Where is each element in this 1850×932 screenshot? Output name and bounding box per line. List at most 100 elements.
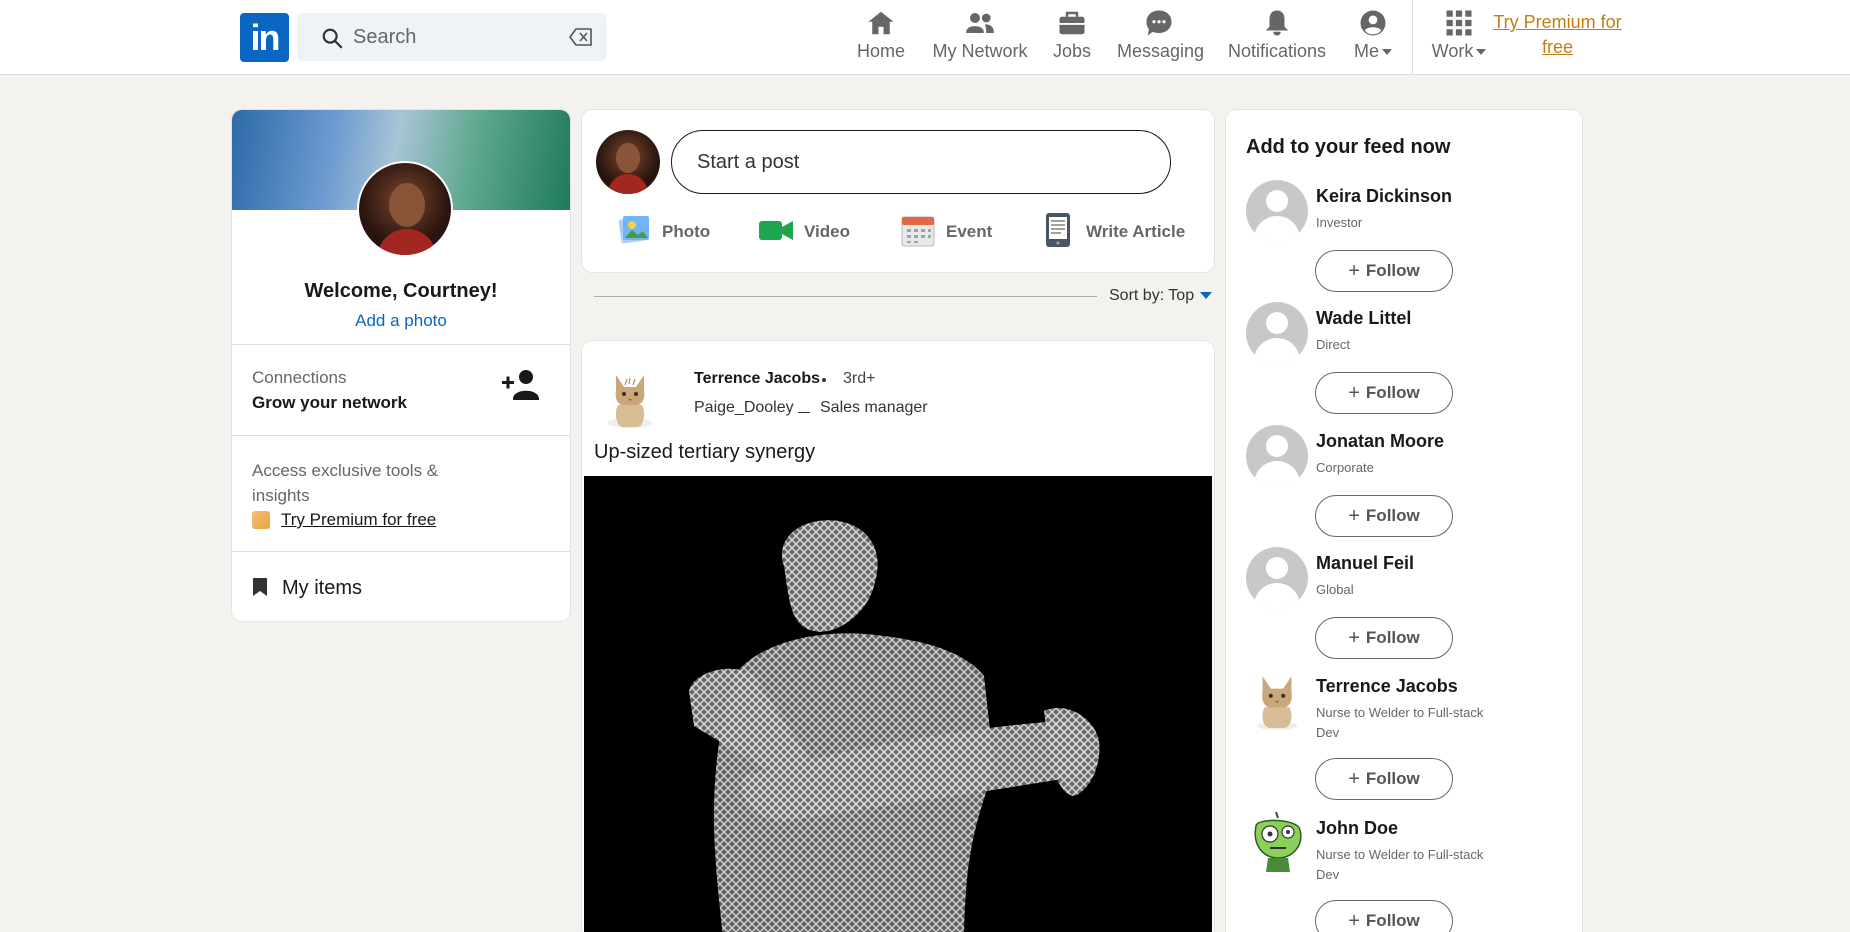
divider [232, 344, 570, 345]
default-avatar-icon[interactable] [1246, 302, 1308, 364]
welcome-text: Welcome, Courtney! [304, 280, 498, 302]
composer-avatar[interactable] [596, 130, 660, 194]
suggestion-name[interactable]: Terrence Jacobs [1316, 676, 1458, 697]
separator-dash [798, 412, 810, 413]
suggestion-item: Jonatan Moore Corporate + Follow [1226, 425, 1582, 545]
search-icon [322, 28, 343, 49]
nav-divider [1412, 0, 1413, 75]
video-icon [759, 221, 793, 240]
alien-avatar-icon[interactable] [1246, 812, 1308, 874]
post-text: Up-sized tertiary synergy [594, 441, 816, 463]
nav-home-label: Home [856, 41, 905, 61]
home-icon [868, 11, 894, 35]
suggestion-description: Direct [1316, 337, 1350, 352]
follow-button[interactable]: + Follow [1315, 250, 1453, 292]
nav-my-network[interactable]: My Network [932, 8, 1028, 66]
follow-button[interactable]: + Follow [1315, 495, 1453, 537]
video-action[interactable]: Video [758, 212, 858, 252]
my-items-link[interactable]: My items [282, 577, 362, 600]
cat-avatar-icon[interactable] [1246, 670, 1308, 732]
feed-suggestions-title: Add to your feed now [1246, 136, 1451, 158]
follow-label: Follow [1365, 910, 1420, 930]
plus-icon: + [1348, 767, 1360, 790]
follow-label: Follow [1365, 505, 1420, 525]
nav-notifications[interactable]: Notifications [1228, 8, 1326, 66]
default-avatar-icon[interactable] [1246, 425, 1308, 487]
suggestion-description: Corporate [1316, 460, 1374, 475]
start-post-button[interactable]: Start a post [671, 130, 1171, 194]
feed-post: Terrence Jacobs 3rd+ Paige_Dooley Sales … [582, 341, 1214, 932]
divider [232, 435, 570, 436]
suggestion-name[interactable]: Manuel Feil [1316, 553, 1414, 574]
suggestion-description: Nurse to Welder to Full-stack Dev [1316, 705, 1484, 740]
profile-card: Welcome, Courtney! Add a photo Connectio… [232, 110, 570, 621]
suggestion-item: Manuel Feil Global + Follow [1226, 547, 1582, 667]
connections-label[interactable]: Connections [252, 368, 347, 388]
linkedin-logo[interactable]: in [240, 13, 289, 62]
bell-icon [1265, 10, 1289, 36]
add-to-feed-card: Add to your feed now Keira Dickinson Inv… [1226, 110, 1582, 932]
follow-button[interactable]: + Follow [1315, 758, 1453, 800]
post-image[interactable] [584, 476, 1212, 932]
suggestion-name[interactable]: Jonatan Moore [1316, 431, 1444, 452]
plus-icon: + [1348, 626, 1360, 649]
post-author-role: Sales manager [820, 399, 928, 416]
search-input[interactable] [353, 22, 563, 52]
connection-degree: 3rd+ [843, 370, 876, 387]
try-premium-link[interactable]: Try Premium for free [1490, 10, 1625, 60]
post-author-name[interactable]: Terrence Jacobs [694, 370, 820, 388]
follow-button[interactable]: + Follow [1315, 372, 1453, 414]
nav-home[interactable]: Home [855, 8, 907, 66]
suggestion-item: Keira Dickinson Investor + Follow [1226, 180, 1582, 300]
nav-jobs[interactable]: Jobs [1053, 8, 1091, 66]
start-post-card: Start a post Photo Video Event Write Art… [582, 110, 1214, 272]
video-label: Video [804, 222, 850, 241]
nav-work[interactable]: Work [1430, 8, 1488, 66]
chevron-down-icon [1476, 49, 1487, 56]
nav-jobs-label: Jobs [1053, 41, 1092, 61]
nav-notifications-label: Notifications [1228, 41, 1327, 61]
briefcase-icon [1059, 11, 1085, 35]
try-premium-free-link[interactable]: Try Premium for free [281, 510, 436, 530]
chevron-down-icon [1382, 49, 1392, 56]
add-photo-link[interactable]: Add a photo [232, 311, 570, 331]
top-navigation: in Home My Network Jobs Messaging Notifi… [0, 0, 1850, 75]
suggestion-name[interactable]: Keira Dickinson [1316, 186, 1452, 207]
plus-icon: + [1348, 381, 1360, 404]
suggestion-item: John Doe Nurse to Welder to Full-stack D… [1226, 812, 1582, 932]
add-person-icon[interactable] [502, 368, 542, 402]
search-box[interactable] [297, 13, 607, 61]
messaging-icon [1146, 10, 1172, 36]
nav-messaging[interactable]: Messaging [1117, 8, 1204, 66]
plus-icon: + [1348, 909, 1360, 932]
nav-my-network-label: My Network [932, 41, 1028, 61]
clear-search-icon[interactable] [569, 27, 593, 47]
sort-dropdown[interactable]: Sort by: Top [1109, 287, 1213, 305]
nav-work-label: Work [1431, 41, 1474, 61]
event-action[interactable]: Event [900, 212, 1000, 252]
default-avatar-icon[interactable] [1246, 180, 1308, 242]
post-handle: Paige_Dooley [694, 399, 794, 416]
follow-button[interactable]: + Follow [1315, 900, 1453, 932]
follow-button[interactable]: + Follow [1315, 617, 1453, 659]
user-icon [1360, 10, 1386, 36]
follow-label: Follow [1365, 768, 1420, 788]
suggestion-name[interactable]: Wade Littel [1316, 308, 1411, 329]
write-article-label: Write Article [1086, 222, 1186, 241]
grow-network-text[interactable]: Grow your network [252, 393, 407, 413]
default-avatar-icon[interactable] [1246, 547, 1308, 609]
premium-icon [252, 511, 270, 529]
follow-label: Follow [1365, 627, 1420, 647]
author-avatar[interactable] [604, 371, 656, 431]
photo-icon [618, 216, 649, 244]
nav-me-label: Me [1353, 41, 1379, 61]
bookmark-icon [253, 578, 267, 596]
write-article-action[interactable]: Write Article [1040, 212, 1200, 252]
nav-me[interactable]: Me [1352, 8, 1394, 66]
suggestion-description: Global [1316, 582, 1354, 597]
article-icon [1046, 213, 1070, 247]
profile-avatar[interactable] [357, 161, 453, 257]
photo-action[interactable]: Photo [616, 212, 716, 252]
grid-icon [1446, 10, 1472, 36]
suggestion-name[interactable]: John Doe [1316, 818, 1398, 839]
